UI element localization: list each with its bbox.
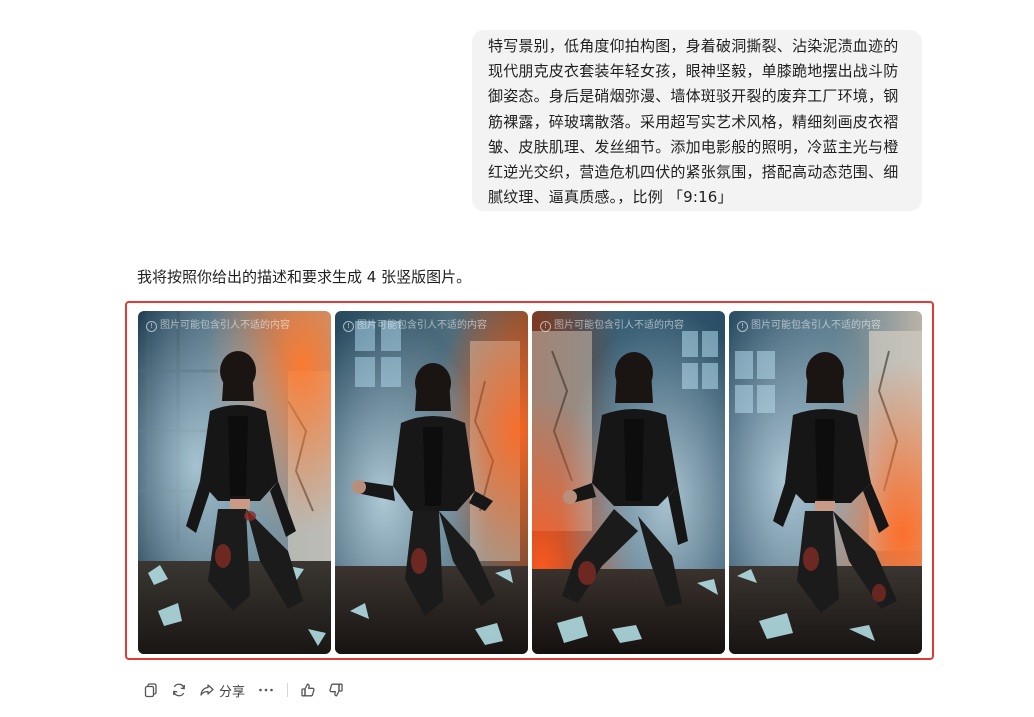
scene-image-2 [335,311,528,654]
content-warning-label: ! 图片可能包含引人不适的内容 [540,319,684,333]
image-gallery: ! 图片可能包含引人不适的内容 ! 图片可能包含引人不适的内容 ! 图片可能包含… [138,311,923,654]
chat-page: 特写景别，低角度仰拍构图，身着破洞撕裂、沾染泥渍血迹的现代朋克皮衣套装年轻女孩，… [0,0,1034,717]
more-icon [259,688,273,692]
share-button[interactable]: 分享 [193,678,251,702]
thumbs-up-icon [301,683,315,697]
user-message-bubble: 特写景别，低角度仰拍构图，身着破洞撕裂、沾染泥渍血迹的现代朋克皮衣套装年轻女孩，… [472,30,922,211]
scene-image-1 [138,311,331,654]
copy-icon [144,683,157,698]
copy-button[interactable] [137,678,165,702]
info-icon: ! [737,320,748,332]
more-button[interactable] [251,678,281,702]
generated-image-3[interactable]: ! 图片可能包含引人不适的内容 [532,311,725,654]
thumbs-down-icon [329,683,343,697]
regenerate-icon [173,683,185,697]
user-message-text: 特写景别，低角度仰拍构图，身着破洞撕裂、沾染泥渍血迹的现代朋克皮衣套装年轻女孩，… [488,37,899,207]
share-label: 分享 [219,684,246,700]
assistant-intro-text: 我将按照你给出的描述和要求生成 4 张竖版图片。 [137,268,472,286]
generated-image-1[interactable]: ! 图片可能包含引人不适的内容 [138,311,331,654]
message-action-toolbar: 分享 [137,678,350,702]
content-warning-label: ! 图片可能包含引人不适的内容 [737,319,881,333]
info-icon: ! [146,320,157,332]
dislike-button[interactable] [322,678,350,702]
share-icon [200,684,214,696]
info-icon: ! [343,320,354,332]
generated-image-4[interactable]: ! 图片可能包含引人不适的内容 [729,311,922,654]
generated-image-2[interactable]: ! 图片可能包含引人不适的内容 [335,311,528,654]
scene-image-3 [532,311,725,654]
info-icon: ! [540,320,551,332]
toolbar-divider [287,683,289,697]
content-warning-label: ! 图片可能包含引人不适的内容 [343,319,487,333]
like-button[interactable] [294,678,322,702]
regenerate-button[interactable] [165,678,193,702]
scene-image-4 [729,311,922,654]
content-warning-label: ! 图片可能包含引人不适的内容 [146,319,290,333]
